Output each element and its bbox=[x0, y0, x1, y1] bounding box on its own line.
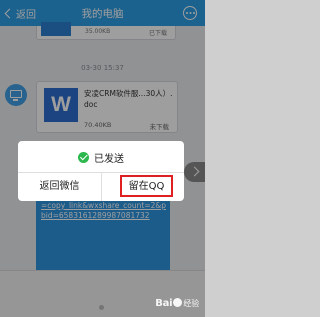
divider bbox=[101, 172, 102, 201]
check-circle-icon bbox=[78, 151, 89, 163]
sent-dialog: 已发送 返回微信 留在QQ bbox=[18, 141, 184, 201]
return-to-wechat-button[interactable]: 返回微信 bbox=[18, 173, 101, 201]
dialog-message-text: 已发送 bbox=[94, 153, 124, 165]
dialog-message: 已发送 bbox=[18, 149, 184, 165]
baidu-jingyan-watermark: Bai 经验 bbox=[155, 298, 199, 309]
watermark-brand: Bai bbox=[155, 298, 173, 309]
paw-icon bbox=[173, 298, 183, 307]
stay-in-qq-button[interactable]: 留在QQ bbox=[120, 175, 173, 197]
watermark-brand-tail: 经验 bbox=[183, 299, 199, 308]
